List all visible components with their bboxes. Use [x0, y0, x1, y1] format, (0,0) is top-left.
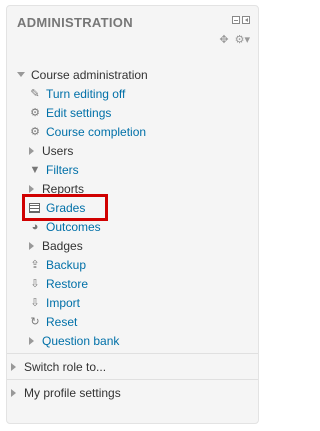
collapsed-arrow-icon [29, 336, 34, 345]
block-edit-icons: ✥ ⚙▾ [219, 33, 250, 46]
menu-item-edit-settings[interactable]: ⚙ Edit settings [29, 103, 111, 122]
expanded-arrow-icon [17, 72, 25, 77]
import-icon: ⇩ [30, 296, 40, 309]
menu-item-filters[interactable]: ▼ Filters [29, 160, 79, 179]
menu-item-label: Question bank [42, 333, 120, 348]
gear-icon: ⚙ [30, 125, 40, 138]
collapsed-arrow-icon [29, 184, 34, 193]
menu-item-outcomes[interactable]: ◕ Outcomes [29, 217, 101, 236]
restore-icon: ⇩ [30, 277, 40, 290]
filter-icon: ▼ [29, 163, 41, 176]
menu-item-turn-editing-off[interactable]: ✎ Turn editing off [29, 84, 125, 103]
administration-block: ADMINISTRATION ✥ ⚙▾ Course administratio… [6, 5, 259, 424]
divider [7, 379, 258, 380]
menu-item-label: Import [46, 295, 81, 310]
block-title: ADMINISTRATION [17, 15, 133, 30]
divider [7, 353, 258, 354]
course-admin-node[interactable]: Course administration [15, 65, 148, 84]
menu-item-backup[interactable]: ⇪ Backup [29, 255, 86, 274]
block-header: ADMINISTRATION ✥ ⚙▾ [7, 6, 258, 54]
gear-menu-icon[interactable]: ⚙▾ [235, 33, 250, 46]
menu-item-restore[interactable]: ⇩ Restore [29, 274, 88, 293]
reset-icon: ↻ [30, 315, 40, 328]
profile-settings-node[interactable]: My profile settings [7, 383, 121, 402]
move-icon[interactable]: ✥ [219, 33, 228, 46]
course-admin-label: Course administration [31, 67, 148, 82]
menu-item-users[interactable]: Users [25, 141, 73, 160]
outcomes-icon: ◕ [31, 220, 39, 233]
block-controls [232, 16, 250, 24]
profile-settings-label: My profile settings [24, 385, 121, 400]
backup-icon: ⇪ [30, 258, 40, 271]
menu-item-label: Course completion [46, 124, 147, 139]
collapsed-arrow-icon [29, 241, 34, 250]
switch-role-node[interactable]: Switch role to... [7, 357, 106, 376]
menu-item-course-completion[interactable]: ⚙ Course completion [29, 122, 146, 141]
menu-item-import[interactable]: ⇩ Import [29, 293, 80, 312]
collapsed-arrow-icon [11, 388, 16, 397]
menu-item-label: Turn editing off [46, 86, 126, 101]
menu-item-question-bank[interactable]: Question bank [25, 331, 119, 350]
menu-item-label: Filters [46, 162, 79, 177]
minimize-icon[interactable] [232, 16, 240, 24]
pencil-icon: ✎ [30, 87, 40, 100]
switch-role-label: Switch role to... [24, 359, 107, 374]
dock-icon[interactable] [242, 16, 250, 24]
menu-item-label: Reset [46, 314, 78, 329]
menu-item-label: Edit settings [46, 105, 112, 120]
menu-item-label: Backup [46, 257, 87, 272]
gear-icon: ⚙ [30, 106, 40, 119]
menu-item-label: Badges [42, 238, 83, 253]
menu-item-label: Outcomes [46, 219, 101, 234]
collapsed-arrow-icon [29, 146, 34, 155]
menu-item-label: Users [42, 143, 74, 158]
menu-item-label: Restore [46, 276, 89, 291]
menu-item-badges[interactable]: Badges [25, 236, 83, 255]
menu-item-reset[interactable]: ↻ Reset [29, 312, 77, 331]
collapsed-arrow-icon [11, 362, 16, 371]
